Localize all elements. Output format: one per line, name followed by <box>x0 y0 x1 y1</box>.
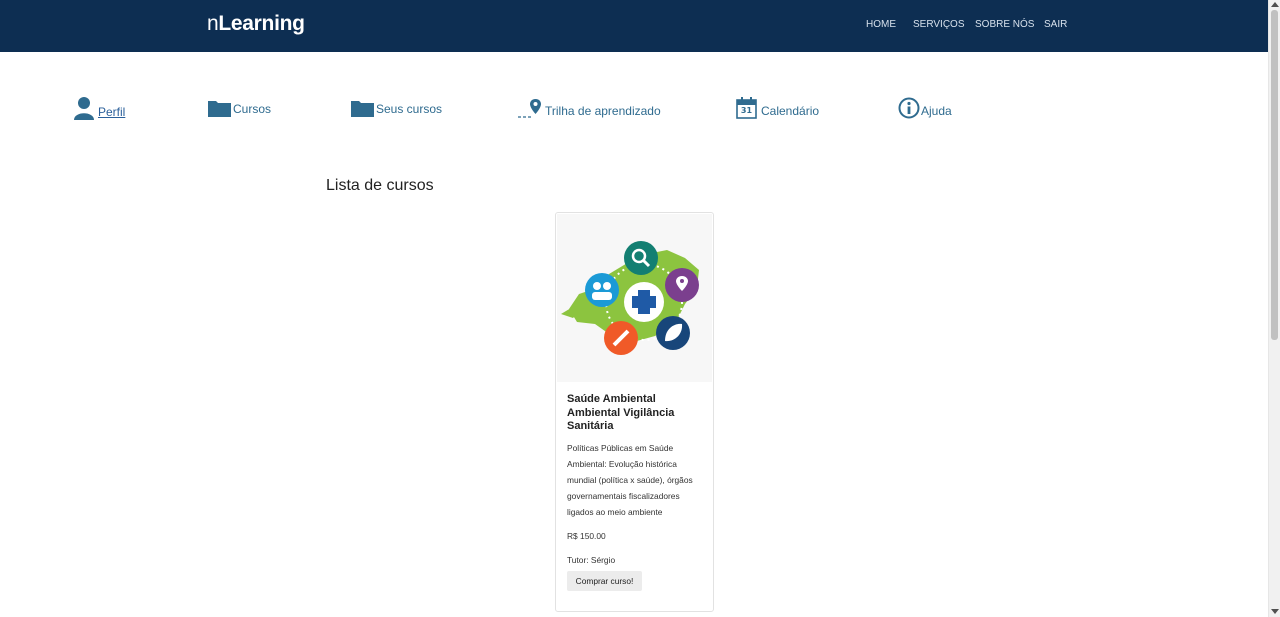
folder-icon <box>208 99 231 117</box>
menu-perfil[interactable]: Perfil <box>73 96 125 120</box>
menu-perfil-label: Perfil <box>98 105 126 119</box>
calendar-icon: 31 <box>736 97 757 119</box>
menu-calendario-label: Calendário <box>761 104 820 118</box>
menu-cursos-label: Cursos <box>233 102 272 116</box>
nav-home-link[interactable]: HOME <box>866 19 913 30</box>
menu-seus-cursos-label: Seus cursos <box>376 102 443 116</box>
info-icon <box>898 97 920 119</box>
menu-seus-cursos[interactable]: Seus cursos <box>351 99 442 117</box>
course-title: Saúde Ambiental Ambiental Vigilância San… <box>567 393 675 432</box>
nav-servicos-link[interactable]: SERVIÇOS <box>913 19 975 30</box>
scrollbar-thumb[interactable] <box>1271 10 1278 340</box>
menu-trilha[interactable]: Trilha de aprendizado <box>518 98 661 119</box>
top-navbar: nLearning HOME SERVIÇOS SOBRE NÓS SAIR <box>0 0 1268 52</box>
map-pin-trail-icon <box>518 98 543 119</box>
calendar-day: 31 <box>740 106 753 115</box>
menu-calendario[interactable]: 31 Calendário <box>736 97 819 119</box>
page-title: Lista de cursos <box>326 177 434 194</box>
folder-icon <box>351 99 374 117</box>
buy-course-button[interactable]: Comprar curso! <box>567 571 642 591</box>
brand-prefix: n <box>207 12 219 35</box>
course-tutor: Tutor: Sérgio <box>567 555 616 565</box>
menu-cursos[interactable]: Cursos <box>208 99 271 117</box>
nav-sair-link[interactable]: SAIR <box>1044 19 1067 30</box>
scroll-up-arrow-icon[interactable] <box>1271 2 1279 7</box>
main-nav: HOME SERVIÇOS SOBRE NÓS SAIR <box>866 19 1067 30</box>
page-scrollbar[interactable] <box>1268 0 1280 617</box>
nav-sobre-link[interactable]: SOBRE NÓS <box>975 19 1044 30</box>
course-price: R$ 150.00 <box>567 531 606 541</box>
brand-main: Learning <box>218 12 305 35</box>
scroll-down-arrow-icon[interactable] <box>1271 609 1279 614</box>
course-card: Saúde Ambiental Ambiental Vigilância San… <box>555 212 714 612</box>
menu-ajuda-label: Ajuda <box>921 104 952 118</box>
menu-trilha-label: Trilha de aprendizado <box>545 104 661 118</box>
course-image <box>557 214 712 382</box>
menu-ajuda[interactable]: Ajuda <box>898 97 952 119</box>
user-icon <box>73 96 95 120</box>
course-description: Políticas Públicas em Saúde Ambiental: E… <box>567 443 693 517</box>
brand-logo[interactable]: nLearning <box>207 12 305 36</box>
